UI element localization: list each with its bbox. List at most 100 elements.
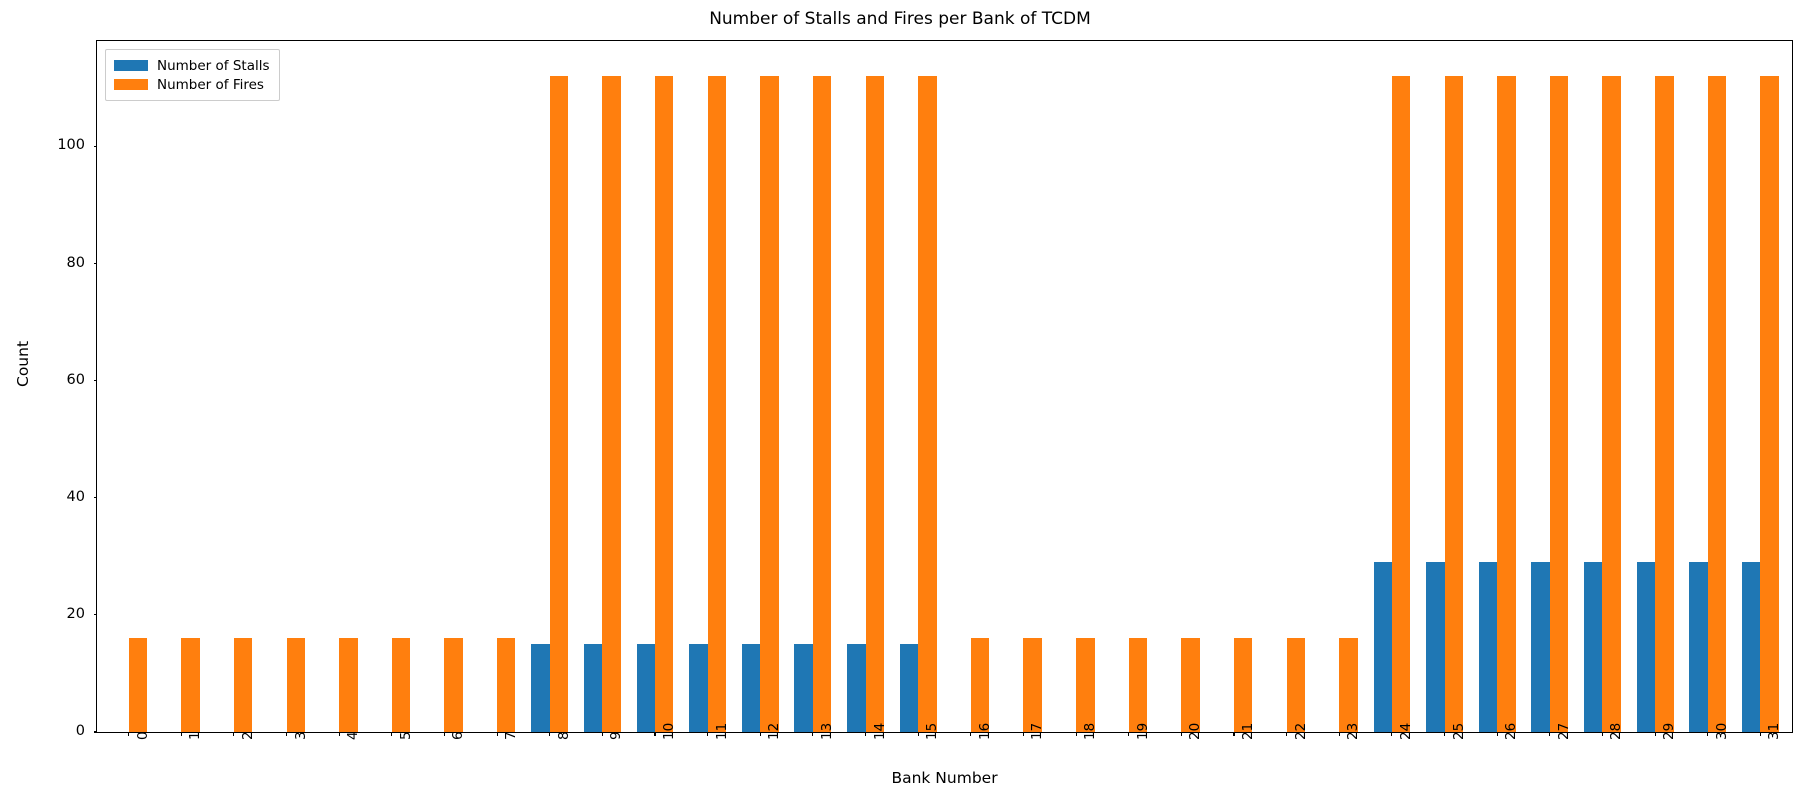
bar-fires-11	[707, 76, 727, 732]
x-tick-label-26: 26	[1503, 722, 1520, 740]
page-title: Number of Stalls and Fires per Bank of T…	[709, 9, 1091, 29]
y-tick-mark	[93, 262, 97, 265]
x-tick-mark	[1338, 732, 1340, 736]
bar-fires-30	[1707, 76, 1727, 732]
x-tick-label-25: 25	[1450, 722, 1467, 740]
bar-fires-22	[1286, 638, 1306, 732]
x-tick-mark	[707, 732, 709, 736]
x-tick-mark	[1549, 732, 1551, 736]
y-tick-label: 80	[66, 254, 85, 271]
bar-stalls-9	[583, 644, 603, 732]
y-tick-label: 0	[75, 723, 85, 739]
x-tick-label-15: 15	[924, 722, 941, 740]
x-tick-mark	[443, 732, 445, 736]
x-tick-mark	[759, 732, 761, 736]
x-tick-label-30: 30	[1713, 722, 1730, 740]
bar-fires-0	[128, 638, 147, 732]
bar-stalls-30	[1689, 562, 1708, 732]
x-tick-mark	[654, 732, 656, 736]
y-tick-mark	[93, 497, 97, 499]
bar-fires-23	[1339, 638, 1358, 732]
bar-fires-10	[654, 76, 674, 732]
x-tick-mark	[1444, 732, 1446, 736]
bar-stalls-8	[531, 644, 550, 732]
x-tick-mark	[1128, 732, 1130, 736]
x-tick-label-0: 0	[134, 731, 151, 740]
bar-fires-7	[497, 638, 516, 732]
x-axis-title: Bank Number	[891, 769, 998, 787]
bar-fires-28	[1602, 76, 1621, 732]
x-tick-label-29: 29	[1661, 722, 1678, 740]
x-tick-label-23: 23	[1345, 722, 1362, 740]
bar-stalls-26	[1478, 562, 1498, 732]
x-tick-mark	[496, 732, 498, 736]
x-tick-label-27: 27	[1555, 722, 1572, 740]
x-tick-mark	[1654, 732, 1656, 736]
x-tick-label-14: 14	[871, 722, 888, 740]
y-tick-mark	[93, 614, 97, 616]
bar-fires-8	[549, 76, 569, 732]
bar-fires-13	[812, 76, 832, 732]
x-tick-mark	[285, 732, 288, 736]
x-tick-label-12: 12	[766, 722, 783, 740]
bar-fires-19	[1128, 638, 1148, 732]
x-tick-mark	[1233, 732, 1235, 736]
chart-figure: Number of Stalls and Fires per Bank of T…	[0, 0, 1800, 800]
bar-fires-14	[865, 76, 884, 732]
x-tick-label-17: 17	[1029, 722, 1046, 740]
legend-item-fires: Number of Fires	[114, 75, 270, 94]
bar-fires-2	[233, 638, 253, 732]
bar-stalls-28	[1584, 562, 1603, 732]
bar-fires-25	[1444, 76, 1463, 732]
x-tick-label-9: 9	[608, 731, 625, 740]
x-tick-mark	[1601, 732, 1604, 736]
x-tick-mark	[970, 732, 972, 736]
bar-stalls-27	[1531, 562, 1550, 732]
bar-fires-18	[1076, 638, 1095, 732]
x-tick-label-8: 8	[555, 731, 572, 740]
x-tick-mark	[601, 732, 603, 736]
x-tick-label-20: 20	[1187, 722, 1204, 740]
x-tick-label-16: 16	[976, 722, 993, 740]
bar-stalls-12	[741, 644, 761, 732]
bar-stalls-31	[1741, 562, 1761, 732]
x-tick-label-2: 2	[239, 731, 256, 740]
chart-legend: Number of Stalls Number of Fires	[105, 49, 280, 101]
bar-stalls-14	[847, 644, 866, 732]
bar-fires-5	[391, 638, 411, 732]
x-tick-label-3: 3	[292, 731, 309, 740]
bar-fires-3	[286, 638, 305, 732]
x-tick-label-13: 13	[818, 722, 835, 740]
bar-fires-21	[1234, 638, 1253, 732]
legend-item-stalls: Number of Stalls	[114, 56, 270, 75]
x-tick-mark	[812, 732, 814, 736]
x-tick-label-10: 10	[660, 722, 677, 740]
x-tick-label-28: 28	[1608, 722, 1625, 740]
bar-fires-20	[1181, 638, 1200, 732]
x-tick-label-7: 7	[503, 731, 520, 740]
x-tick-mark	[864, 732, 867, 736]
bar-stalls-11	[689, 644, 708, 732]
x-tick-label-31: 31	[1766, 722, 1783, 740]
x-tick-mark	[1022, 732, 1024, 736]
x-tick-mark	[1286, 732, 1288, 736]
bar-stalls-13	[794, 644, 813, 732]
x-tick-mark	[549, 732, 551, 736]
legend-swatch-icon	[114, 60, 148, 71]
bar-fires-16	[970, 638, 990, 732]
y-tick-mark	[93, 380, 97, 382]
x-tick-label-19: 19	[1134, 722, 1151, 740]
bar-fires-9	[602, 76, 621, 732]
bar-fires-17	[1023, 638, 1042, 732]
y-tick-label: 20	[66, 605, 85, 622]
bar-fires-6	[444, 638, 463, 732]
y-tick-label: 40	[66, 488, 85, 505]
plot-axes: 0 20 40 60 80 100 0 1 2 3 4 5 6 7 8 9 10 11 12 13 14 15 16 17 1…	[57, 40, 1793, 740]
bar-stalls-15	[899, 644, 919, 732]
plot-area	[97, 41, 1792, 732]
x-tick-mark	[1759, 732, 1761, 736]
x-tick-mark	[1391, 732, 1393, 736]
x-tick-label-5: 5	[397, 731, 414, 740]
x-tick-mark	[338, 732, 340, 736]
x-tick-mark	[1707, 732, 1709, 736]
